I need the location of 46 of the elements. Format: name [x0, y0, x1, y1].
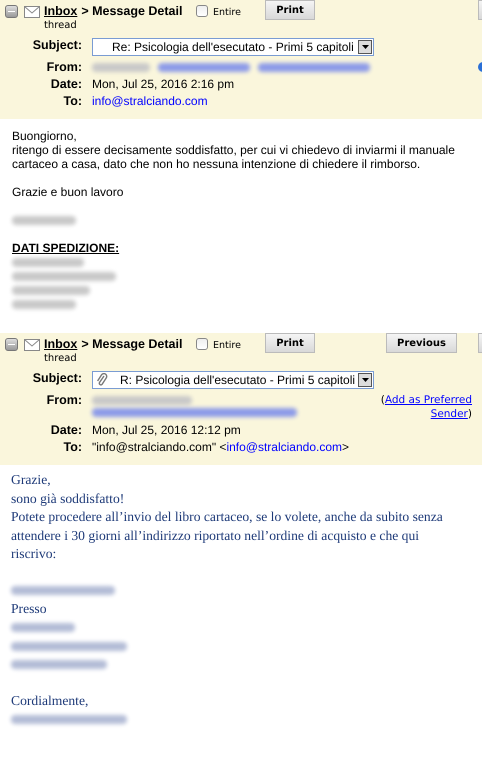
email-link[interactable]: info@stralciando.com [226, 440, 342, 455]
breadcrumb-text: > Message Detail [81, 4, 182, 18]
blurred-text [12, 216, 76, 224]
blurred-text [12, 300, 76, 308]
paperclip-icon [96, 373, 108, 387]
entire-checkbox[interactable] [196, 5, 208, 17]
to-label: To: [62, 440, 82, 455]
blurred-text [92, 63, 150, 72]
breadcrumb-text: > Message Detail [81, 337, 182, 351]
collapse-icon[interactable] [5, 338, 18, 351]
message-text: Grazie e buon lavoro [12, 185, 124, 199]
section-heading: DATI SPEDIZIONE: [12, 241, 120, 255]
recipient-name: "info@stralciando.com" < [92, 440, 226, 455]
from-label: From: [46, 393, 82, 408]
from-label: From: [46, 60, 82, 75]
print-button[interactable]: Print [265, 333, 315, 353]
inbox-link[interactable]: Inbox [44, 337, 78, 351]
print-button[interactable]: Print [265, 0, 315, 20]
collapse-icon[interactable] [5, 5, 18, 18]
entire-checkbox[interactable] [196, 338, 208, 350]
entire-label: Entire [213, 340, 242, 351]
message-text: Cordialmente, [11, 692, 90, 710]
subject-select[interactable]: Re: Psicologia dell'esecutato - Primi 5 capitoli [92, 38, 374, 56]
add-preferred-sender-link[interactable]: (Add as Preferred Sender) [376, 393, 472, 421]
date-value: Mon, Jul 25, 2016 12:12 pm [92, 423, 242, 438]
entire-label: Entire [213, 7, 242, 18]
thread-label: thread [44, 353, 78, 364]
message-text: Presso [11, 600, 48, 618]
message-text: Grazie, sono già soddisfatto! Potete procedere all’invio del libro cartaceo, se lo volete, anche da subito senza attendere i 30 giorni all’indirizzo riportato nell’ordine di acquisto e che qui riscrivo: [11, 471, 444, 563]
subject-label: Subject: [32, 371, 82, 386]
bracket-text: > [342, 440, 350, 455]
envelope-icon [24, 6, 40, 18]
email-link[interactable]: info@stralciando.com [92, 94, 208, 109]
subject-label: Subject: [32, 38, 82, 53]
envelope-icon [24, 339, 40, 351]
blurred-text [12, 258, 84, 266]
date-label: Date: [50, 77, 82, 92]
date-value: Mon, Jul 25, 2016 2:16 pm [92, 77, 236, 92]
date-label: Date: [50, 423, 82, 438]
thread-label: thread [44, 20, 78, 31]
message-text: Buongiorno, ritengo di essere decisamente soddisfatto, per cui vi chiedevo di inviarmi il manuale cartaceo a casa, dato che non ho nessuna intenzione di chiedere il rimborso. [12, 129, 456, 171]
blurred-text [11, 623, 75, 632]
previous-button[interactable]: Previous [386, 333, 457, 353]
to-label: To: [62, 94, 82, 109]
subject-select[interactable]: R: Psicologia dell'esecutato - Primi 5 capitoli [92, 371, 374, 389]
inbox-link[interactable]: Inbox [44, 4, 78, 18]
